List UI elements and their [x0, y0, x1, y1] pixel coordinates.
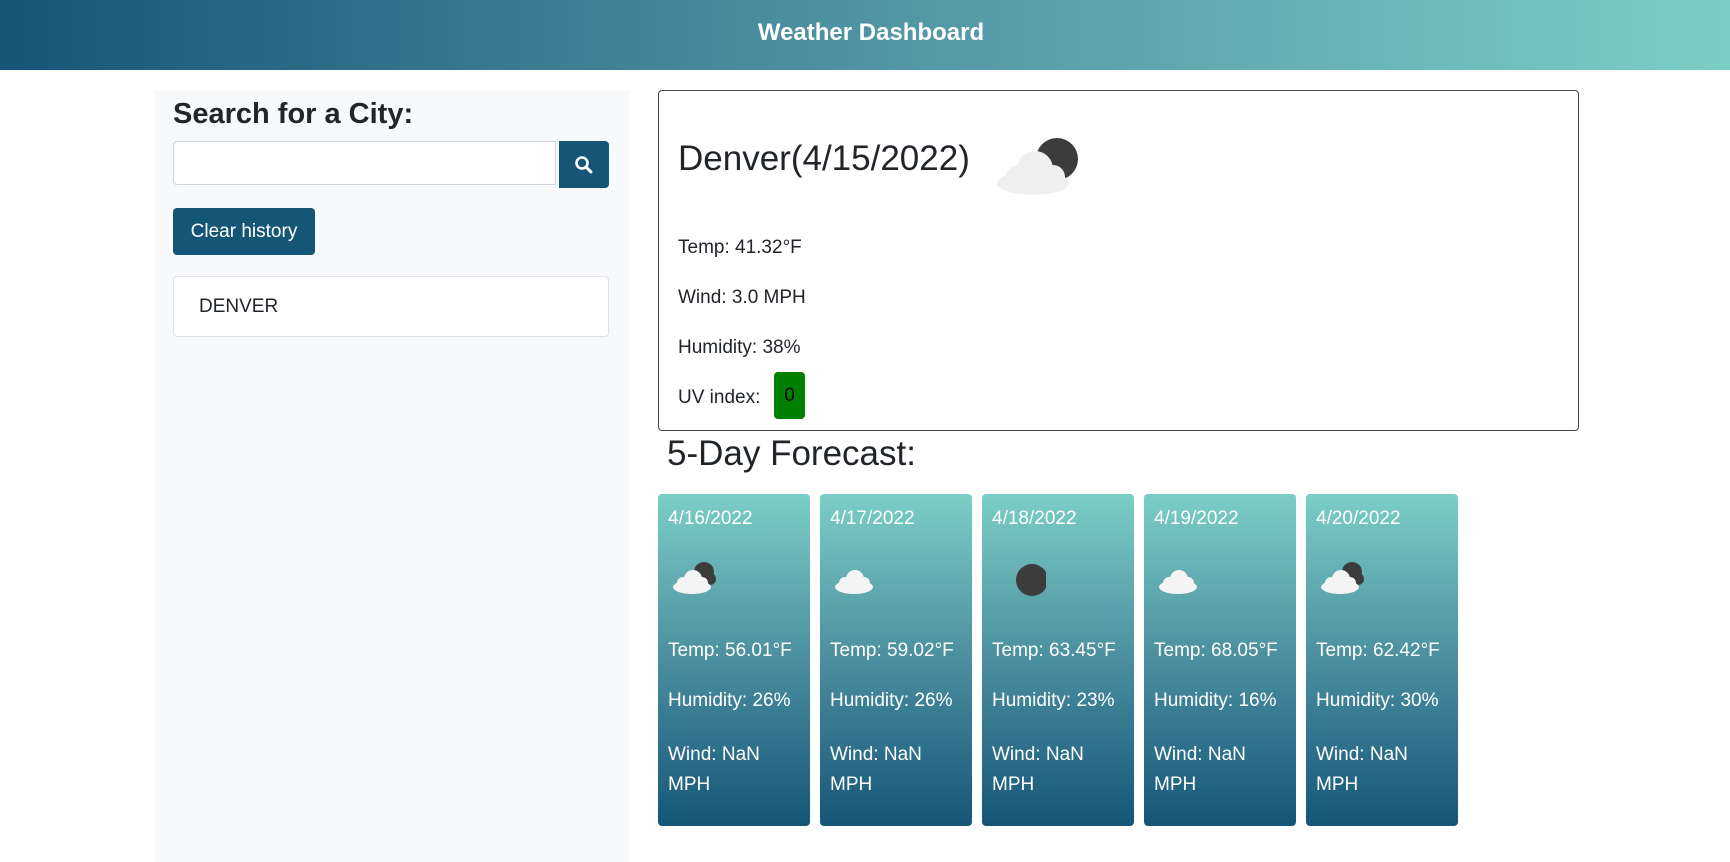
current-weather-card: Denver(4/15/2022) Temp: 41.32°F Wind: 3.…	[658, 90, 1579, 431]
moon-icon	[1016, 564, 1046, 596]
app-header: Weather Dashboard	[0, 0, 1730, 70]
forecast-card: 4/17/2022 Temp: 59.02°F Humidity: 26% Wi…	[820, 494, 972, 826]
forecast-wind: Wind: NaN MPH	[830, 744, 922, 795]
cloud-night-icon	[673, 562, 716, 594]
forecast-humidity: Humidity: 26%	[668, 690, 791, 711]
current-temp: Temp: 41.32°F	[678, 237, 802, 258]
forecast-humidity: Humidity: 30%	[1316, 690, 1439, 711]
current-humidity: Humidity: 38%	[678, 337, 801, 358]
search-history-list: DENVER	[173, 276, 609, 337]
forecast-card: 4/19/2022 Temp: 68.05°F Humidity: 16% Wi…	[1144, 494, 1296, 826]
uv-index-badge: 0	[774, 372, 805, 419]
forecast-date: 4/19/2022	[1154, 508, 1239, 529]
forecast-wind: Wind: NaN MPH	[992, 744, 1084, 795]
forecast-temp: Temp: 63.45°F	[992, 640, 1116, 661]
forecast-wind: Wind: NaN MPH	[1316, 744, 1408, 795]
forecast-card: 4/18/2022 Temp: 63.45°F Humidity: 23% Wi…	[982, 494, 1134, 826]
cloud-icon	[835, 570, 873, 594]
forecast-temp: Temp: 68.05°F	[1154, 640, 1278, 661]
app-title: Weather Dashboard	[757, 19, 985, 46]
forecast-date: 4/17/2022	[830, 508, 915, 529]
search-icon	[575, 155, 593, 173]
cloud-night-icon	[1321, 562, 1364, 594]
forecast-date: 4/16/2022	[668, 508, 753, 529]
cloud-icon	[1159, 570, 1197, 594]
history-item-denver[interactable]: DENVER	[199, 277, 278, 336]
forecast-wind: Wind: NaN MPH	[668, 744, 760, 795]
cloud-night-icon	[997, 138, 1078, 195]
forecast-temp: Temp: 56.01°F	[668, 640, 792, 661]
search-sidebar: Search for a City: Clear history DENVER	[155, 90, 629, 862]
search-label: Search for a City:	[173, 98, 414, 130]
forecast-humidity: Humidity: 26%	[830, 690, 953, 711]
forecast-card: 4/20/2022 Temp: 62.42°F Humidity: 30% Wi…	[1306, 494, 1458, 826]
search-button[interactable]	[559, 141, 609, 188]
forecast-wind: Wind: NaN MPH	[1154, 744, 1246, 795]
city-search-input[interactable]	[173, 141, 556, 185]
forecast-humidity: Humidity: 16%	[1154, 690, 1277, 711]
uv-index-label: UV index:	[678, 387, 761, 408]
forecast-date: 4/18/2022	[992, 508, 1077, 529]
forecast-date: 4/20/2022	[1316, 508, 1401, 529]
forecast-temp: Temp: 62.42°F	[1316, 640, 1440, 661]
forecast-temp: Temp: 59.02°F	[830, 640, 954, 661]
current-wind: Wind: 3.0 MPH	[678, 287, 806, 308]
current-city-title: Denver(4/15/2022)	[678, 139, 970, 178]
forecast-card: 4/16/2022 Temp: 56.01°F Humidity: 26% Wi…	[658, 494, 810, 826]
clear-history-button[interactable]: Clear history	[173, 208, 315, 255]
forecast-heading: 5-Day Forecast:	[667, 434, 916, 473]
forecast-humidity: Humidity: 23%	[992, 690, 1115, 711]
